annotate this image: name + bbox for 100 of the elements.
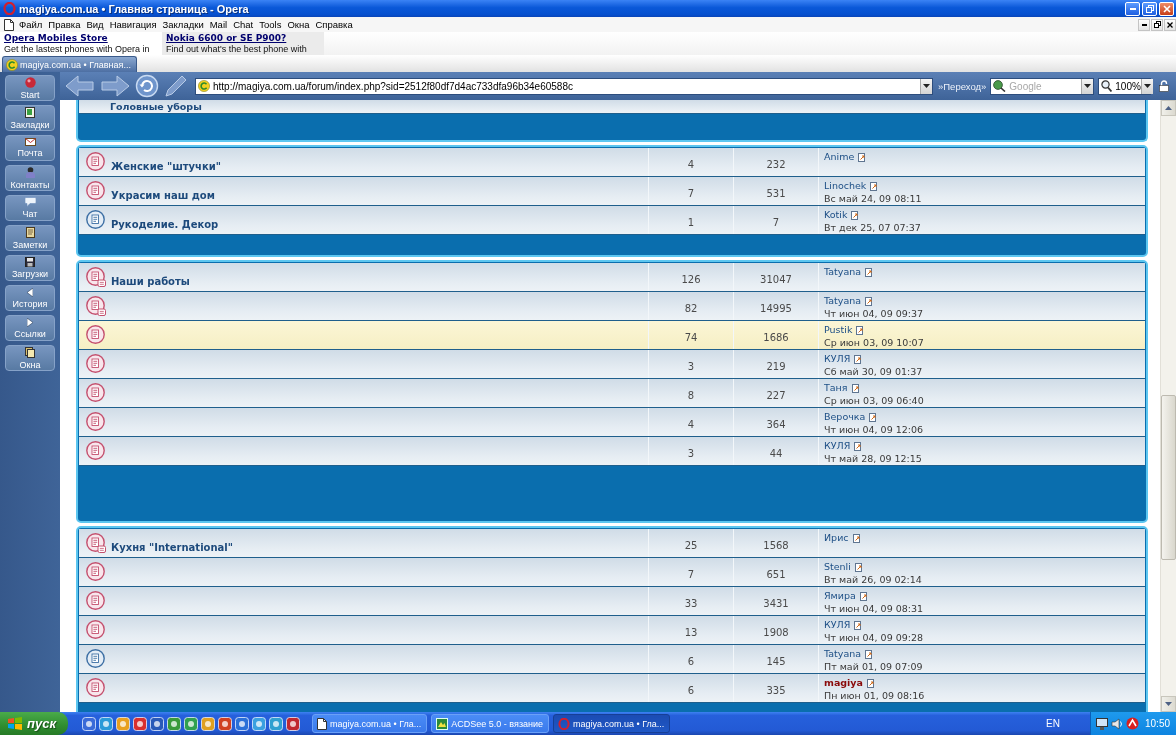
- speaker-icon[interactable]: [1111, 717, 1123, 730]
- page-arrow-icon[interactable]: [865, 296, 874, 306]
- page-arrow-icon[interactable]: [865, 649, 874, 659]
- minimize-button[interactable]: [1138, 18, 1150, 31]
- forum-title[interactable]: Женские "штучки": [111, 161, 221, 173]
- author-link[interactable]: Ирис: [824, 532, 849, 544]
- taskbar-button[interactable]: magiya.com.ua • Гла...: [312, 714, 428, 733]
- zoom-field[interactable]: 100%: [1098, 77, 1152, 95]
- post-date: Вс май 24, 09 08:11: [824, 193, 923, 204]
- panel-button[interactable]: Контакты: [5, 165, 55, 191]
- page-arrow-icon[interactable]: [867, 678, 875, 688]
- forum-title[interactable]: Украсим наш дом: [111, 190, 215, 202]
- browser-tab[interactable]: magiya.com.ua • Главная...: [2, 56, 137, 72]
- panel-button[interactable]: Ссылки: [5, 315, 55, 341]
- panel-button[interactable]: История: [5, 285, 55, 311]
- author-link[interactable]: Таня: [824, 382, 848, 394]
- app-tile-icon[interactable]: [252, 716, 266, 731]
- menu-item[interactable]: Chat: [230, 17, 257, 32]
- reload-icon[interactable]: [135, 74, 159, 98]
- author-link[interactable]: Ямира: [824, 590, 856, 602]
- monitor-icon[interactable]: [1096, 717, 1108, 730]
- page-arrow-icon[interactable]: [858, 152, 867, 162]
- page-arrow-icon[interactable]: [859, 591, 868, 601]
- page-arrow-icon[interactable]: [854, 441, 863, 451]
- author-link[interactable]: КУЛЯ: [824, 440, 851, 452]
- panel-button[interactable]: Закладки: [5, 105, 55, 131]
- pen-icon[interactable]: [164, 75, 188, 97]
- panel-button[interactable]: Почта: [5, 135, 55, 161]
- menu-item[interactable]: Tools: [256, 17, 285, 32]
- author-link[interactable]: Linochek: [824, 180, 867, 192]
- author-link[interactable]: Stenli: [824, 561, 851, 573]
- restore-button[interactable]: [1151, 18, 1163, 31]
- forum-title[interactable]: Головные уборы: [110, 100, 202, 113]
- author-link[interactable]: Tatyana: [824, 648, 862, 660]
- page-arrow-icon[interactable]: [854, 620, 863, 630]
- taskbar-button[interactable]: ACDSee 5.0 - вязание: [431, 714, 550, 733]
- page-arrow-icon[interactable]: [870, 181, 879, 191]
- author-link[interactable]: Tatyana: [824, 295, 862, 307]
- panel-button[interactable]: Окна: [5, 345, 55, 371]
- app-tile-icon[interactable]: [82, 716, 96, 731]
- page-arrow-icon[interactable]: [851, 210, 860, 220]
- forum-title[interactable]: Рукоделие. Декор: [111, 219, 219, 231]
- forum-title[interactable]: Кухня "International": [111, 542, 233, 554]
- scroll-up-button[interactable]: [1161, 100, 1176, 116]
- forum-title[interactable]: Наши работы: [111, 276, 190, 288]
- panel-button[interactable]: Чат: [5, 195, 55, 221]
- app-tile-icon[interactable]: [286, 716, 300, 731]
- dropdown-button[interactable]: [1081, 78, 1094, 94]
- page-arrow-icon[interactable]: [851, 383, 860, 393]
- app-tile-icon[interactable]: [133, 716, 147, 731]
- page-arrow-icon[interactable]: [856, 325, 865, 335]
- forward-arrow-icon[interactable]: [100, 75, 130, 97]
- app-tile-icon[interactable]: [269, 716, 283, 731]
- back-arrow-icon[interactable]: [65, 75, 95, 97]
- menu-item[interactable]: Правка: [45, 17, 84, 32]
- language-indicator[interactable]: EN: [1046, 718, 1060, 729]
- app-tile-icon[interactable]: [150, 716, 164, 731]
- menu-item[interactable]: Справка: [312, 17, 356, 32]
- page-arrow-icon[interactable]: [869, 412, 878, 422]
- author-link[interactable]: Верочка: [824, 411, 866, 423]
- menu-item[interactable]: Закладки: [159, 17, 207, 32]
- author-link[interactable]: Anime: [824, 151, 855, 163]
- author-link[interactable]: КУЛЯ: [824, 353, 851, 365]
- page-arrow-icon[interactable]: [854, 562, 863, 572]
- app-tile-icon[interactable]: [99, 716, 113, 731]
- menu-item[interactable]: Файл: [16, 17, 46, 32]
- menu-item[interactable]: Mail: [206, 17, 231, 32]
- app-tile-icon[interactable]: [235, 716, 249, 731]
- author-link[interactable]: КУЛЯ: [824, 619, 851, 631]
- app-tile-icon[interactable]: [116, 716, 130, 731]
- author-link[interactable]: Pustik: [824, 324, 853, 336]
- app-tile-icon[interactable]: [201, 716, 215, 731]
- panel-button[interactable]: Start: [5, 75, 55, 101]
- start-button[interactable]: пуск: [0, 712, 68, 735]
- padlock-icon[interactable]: [1158, 80, 1169, 92]
- menu-item[interactable]: Вид: [83, 17, 107, 32]
- scroll-down-button[interactable]: [1161, 696, 1176, 712]
- page-arrow-icon[interactable]: [852, 533, 861, 543]
- close-button[interactable]: [1164, 18, 1176, 31]
- menu-item[interactable]: Навигация: [106, 17, 160, 32]
- author-link[interactable]: magiya: [824, 677, 863, 689]
- app-tile-icon[interactable]: [184, 716, 198, 731]
- menu-item[interactable]: Окна: [284, 17, 313, 32]
- author-link[interactable]: Kotik: [824, 209, 848, 221]
- go-button[interactable]: »Переход»: [938, 80, 987, 92]
- search-box[interactable]: Google: [990, 77, 1095, 95]
- panel-button[interactable]: Заметки: [5, 225, 55, 251]
- taskbar-button[interactable]: magiya.com.ua • Гла...: [553, 714, 671, 733]
- author-link[interactable]: Tatyana: [824, 266, 862, 278]
- page-arrow-icon[interactable]: [865, 267, 874, 277]
- dropdown-button[interactable]: [1140, 78, 1153, 94]
- ad-link[interactable]: Nokia 6600 or SE P900?: [166, 33, 320, 44]
- ad-link[interactable]: Opera Mobiles Store: [4, 33, 158, 44]
- dropdown-button[interactable]: [920, 78, 932, 94]
- page-arrow-icon[interactable]: [854, 354, 863, 364]
- app-tile-icon[interactable]: [218, 716, 232, 731]
- panel-button[interactable]: Загрузки: [5, 255, 55, 281]
- app-tile-icon[interactable]: [167, 716, 181, 731]
- round-logo-icon[interactable]: [1126, 717, 1139, 730]
- scrollbar-thumb[interactable]: [1161, 395, 1176, 560]
